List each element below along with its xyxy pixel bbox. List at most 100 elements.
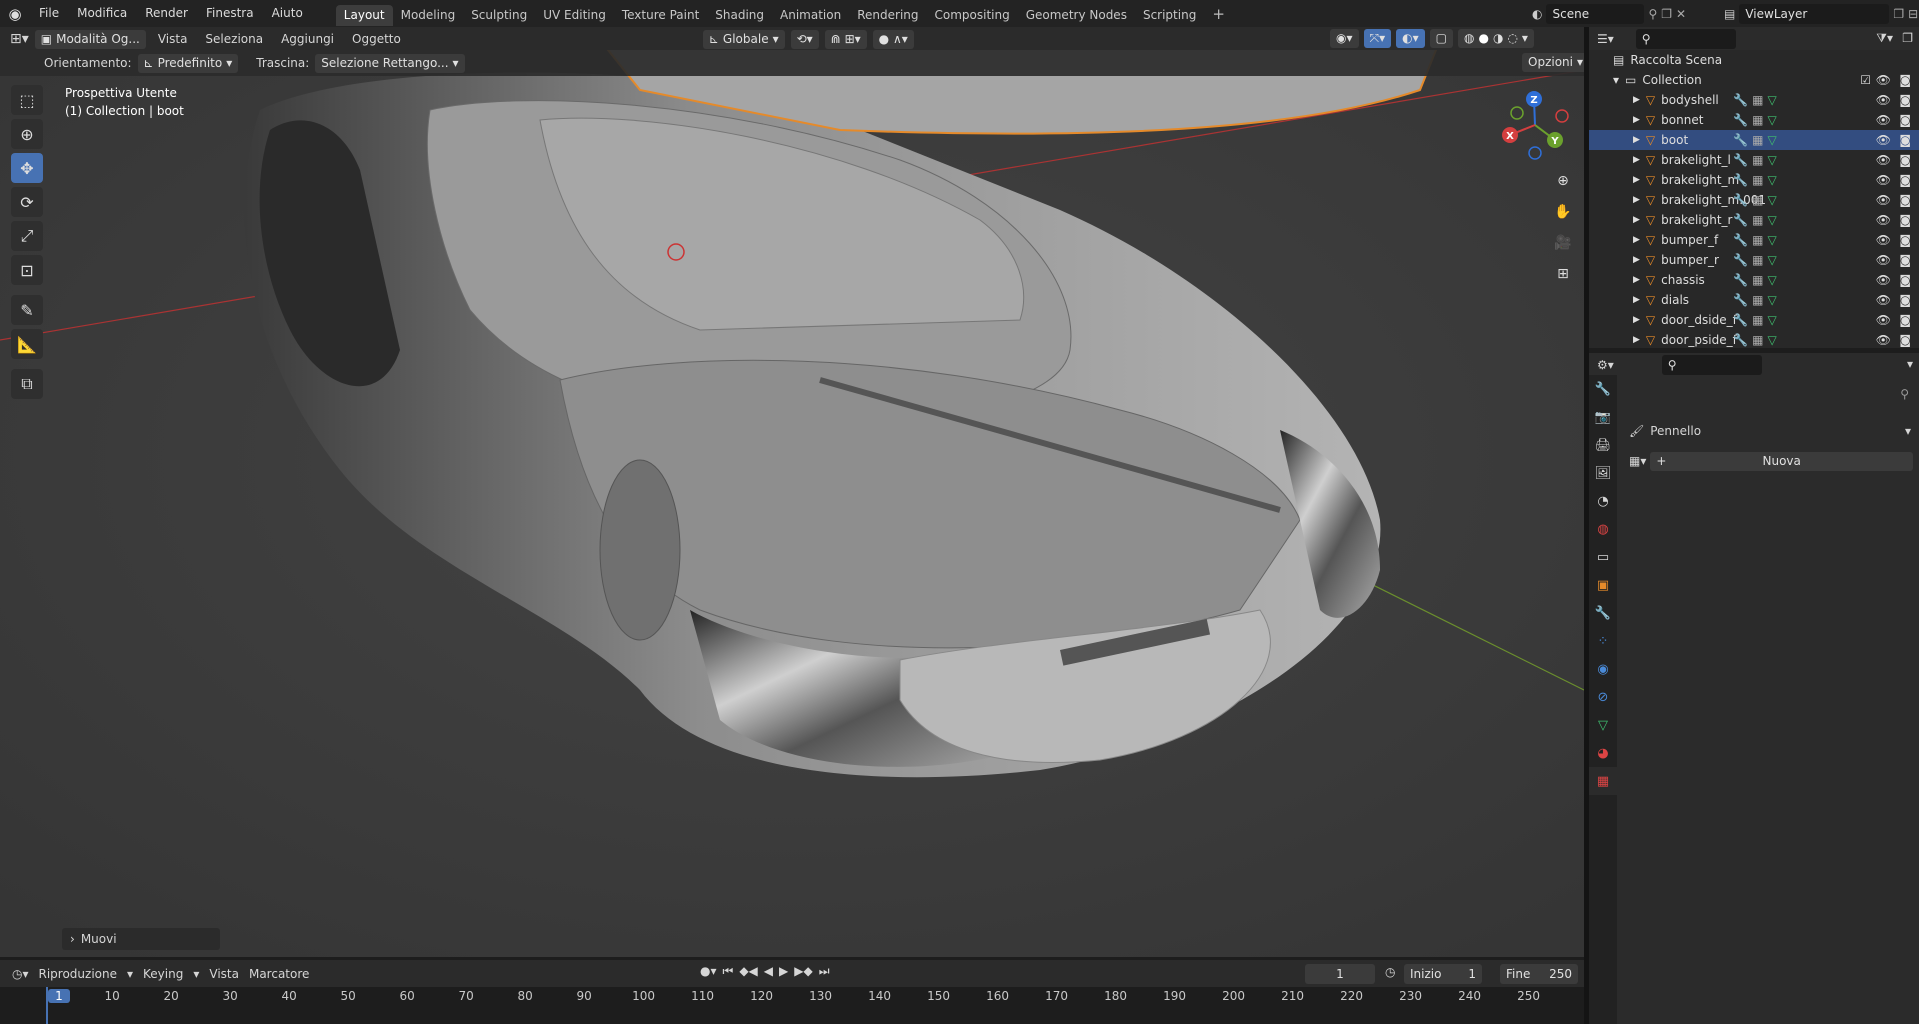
expand-right-icon[interactable]: ▶ xyxy=(1633,255,1640,265)
vertex-group-icon[interactable]: ▦ xyxy=(1752,93,1763,107)
mesh-data-icon[interactable]: ▽ xyxy=(1767,133,1776,147)
expand-right-icon[interactable]: ▶ xyxy=(1633,135,1640,145)
eye-icon[interactable]: 👁 xyxy=(1876,173,1891,187)
end-frame-field[interactable]: Fine 250 xyxy=(1500,964,1578,984)
outliner-item[interactable]: ▶ ▽ boot 🔧 ▦ ▽ 👁 ◙ xyxy=(1589,130,1919,150)
vertex-group-icon[interactable]: ▦ xyxy=(1752,213,1763,227)
viewlayer-icon[interactable]: ▤ xyxy=(1724,7,1735,21)
expand-right-icon[interactable]: ▶ xyxy=(1633,215,1640,225)
move-tool-icon[interactable]: ✥ xyxy=(11,153,43,183)
vertex-group-icon[interactable]: ▦ xyxy=(1752,253,1763,267)
transform-orientation-dropdown[interactable]: ⊾ Globale ▾ xyxy=(702,29,785,49)
scale-tool-icon[interactable]: ⤢ xyxy=(11,221,43,251)
modifier-icon[interactable]: 🔧 xyxy=(1733,173,1748,187)
record-icon[interactable]: ●▾ xyxy=(700,964,717,979)
vertex-group-icon[interactable]: ▦ xyxy=(1752,293,1763,307)
eye-icon[interactable]: 👁 xyxy=(1876,213,1891,227)
expand-right-icon[interactable]: ▶ xyxy=(1633,155,1640,165)
checkbox-icon[interactable]: ☑ xyxy=(1860,73,1871,87)
pan-hand-icon[interactable]: ✋ xyxy=(1550,199,1576,225)
eye-icon[interactable]: 👁 xyxy=(1876,233,1891,247)
next-keyframe-icon[interactable]: ▶◆ xyxy=(794,964,812,979)
outliner-item[interactable]: ▶ ▽ brakelight_m.001 🔧 ▦ ▽ 👁 ◙ xyxy=(1589,190,1919,210)
play-reverse-icon[interactable]: ◀ xyxy=(764,964,773,979)
menu-help[interactable]: Aiuto xyxy=(263,0,312,27)
timeline-editor-icon[interactable]: ◷▾ xyxy=(12,967,29,981)
outliner-item[interactable]: ▶ ▽ bumper_r 🔧 ▦ ▽ 👁 ◙ xyxy=(1589,250,1919,270)
clock-icon[interactable]: ◷ xyxy=(1385,965,1395,979)
mesh-data-icon[interactable]: ▽ xyxy=(1767,273,1776,287)
modifier-icon[interactable]: 🔧 xyxy=(1733,233,1748,247)
outliner-item[interactable]: ▶ ▽ dials 🔧 ▦ ▽ 👁 ◙ xyxy=(1589,290,1919,310)
outliner-search-field[interactable]: ⚲ xyxy=(1635,29,1736,49)
shading-modes[interactable]: ◍ ● ◑ ◌ ▾ xyxy=(1457,29,1534,48)
tab-layout[interactable]: Layout xyxy=(335,4,393,26)
vertex-group-icon[interactable]: ▦ xyxy=(1752,153,1763,167)
vertex-group-icon[interactable]: ▦ xyxy=(1752,133,1763,147)
object-tab-icon[interactable]: ▣ xyxy=(1589,571,1617,599)
pin-icon[interactable]: ⚲ xyxy=(1900,387,1909,401)
mesh-data-icon[interactable]: ▽ xyxy=(1767,173,1776,187)
camera-icon[interactable]: ◙ xyxy=(1899,333,1911,347)
expand-right-icon[interactable]: ▶ xyxy=(1633,95,1640,105)
modifier-icon[interactable]: 🔧 xyxy=(1733,273,1748,287)
eye-icon[interactable]: 👁 xyxy=(1876,273,1891,287)
eye-icon[interactable]: 👁 xyxy=(1876,73,1891,87)
camera-icon[interactable]: ◙ xyxy=(1899,233,1911,247)
camera-icon[interactable]: ◙ xyxy=(1899,113,1911,127)
tab-shading[interactable]: Shading xyxy=(707,5,772,26)
eye-icon[interactable]: 👁 xyxy=(1876,333,1891,347)
outliner-collection-row[interactable]: ▾ ▭ Collection ☑ 👁 ◙ xyxy=(1589,70,1919,90)
properties-search-field[interactable]: ⚲ xyxy=(1661,355,1762,375)
tool-tab-icon[interactable]: 🔧 xyxy=(1589,375,1617,403)
world-tab-icon[interactable]: ◍ xyxy=(1589,515,1617,543)
camera-icon[interactable]: ◙ xyxy=(1899,193,1911,207)
delete-scene-icon[interactable]: ✕ xyxy=(1676,7,1686,21)
prev-keyframe-icon[interactable]: ◆◀ xyxy=(739,964,757,979)
vertex-group-icon[interactable]: ▦ xyxy=(1752,193,1763,207)
play-icon[interactable]: ▶ xyxy=(779,964,788,979)
mesh-data-icon[interactable]: ▽ xyxy=(1767,233,1776,247)
menu-select[interactable]: Seleziona xyxy=(199,32,269,46)
constraints-tab-icon[interactable]: ⊘ xyxy=(1589,683,1617,711)
tab-geometry-nodes[interactable]: Geometry Nodes xyxy=(1018,5,1135,26)
collection-tab-icon[interactable]: ▭ xyxy=(1589,543,1617,571)
playhead[interactable] xyxy=(46,987,48,1024)
properties-editor-icon[interactable]: ⚙▾ xyxy=(1597,358,1614,372)
outliner-item[interactable]: ▶ ▽ door_pside_f 🔧 ▦ ▽ 👁 ◙ xyxy=(1589,330,1919,350)
proportional-edit-toggle[interactable]: ● ∧▾ xyxy=(872,29,914,49)
drag-setting-dropdown[interactable]: Selezione Rettango... ▾ xyxy=(315,53,465,73)
tab-texture-paint[interactable]: Texture Paint xyxy=(614,5,707,26)
menu-keying[interactable]: Keying xyxy=(143,967,183,981)
vertex-group-icon[interactable]: ▦ xyxy=(1752,273,1763,287)
menu-object[interactable]: Oggetto xyxy=(346,32,407,46)
outliner-item[interactable]: ▶ ▽ door_dside_f 🔧 ▦ ▽ 👁 ◙ xyxy=(1589,310,1919,330)
outliner-item[interactable]: ▶ ▽ bodyshell 🔧 ▦ ▽ 👁 ◙ xyxy=(1589,90,1919,110)
menu-edit[interactable]: Modifica xyxy=(68,0,136,27)
expand-right-icon[interactable]: ▶ xyxy=(1633,195,1640,205)
chevron-down-icon[interactable]: ▾ xyxy=(1907,357,1913,371)
outliner-editor-icon[interactable]: ☰▾ xyxy=(1597,32,1614,46)
mesh-data-icon[interactable]: ▽ xyxy=(1767,213,1776,227)
new-viewlayer-icon[interactable]: ❐ xyxy=(1893,7,1904,21)
timeline-ruler[interactable]: 1 10 20 30 40 50 60 70 80 90 100 110 120 130 140 150 160… xyxy=(0,987,1584,1024)
annotate-tool-icon[interactable]: ✎ xyxy=(11,295,43,325)
cursor-tool-icon[interactable]: ⊕ xyxy=(11,119,43,149)
menu-file[interactable]: File xyxy=(30,0,68,27)
modifier-icon[interactable]: 🔧 xyxy=(1733,213,1748,227)
vertex-group-icon[interactable]: ▦ xyxy=(1752,313,1763,327)
menu-timeline-view[interactable]: Vista xyxy=(209,967,239,981)
new-collection-icon[interactable]: ❐ xyxy=(1902,31,1913,45)
pivot-dropdown[interactable]: ⟲▾ xyxy=(790,29,819,49)
brush-row[interactable]: 🖌 Pennello ▾ xyxy=(1629,421,1913,441)
mesh-data-icon[interactable]: ▽ xyxy=(1767,333,1776,347)
mesh-data-icon[interactable]: ▽ xyxy=(1767,93,1776,107)
orientation-setting-dropdown[interactable]: ⊾ Predefinito ▾ xyxy=(137,53,239,73)
vertex-group-icon[interactable]: ▦ xyxy=(1752,113,1763,127)
tab-animation[interactable]: Animation xyxy=(772,5,849,26)
mesh-data-icon[interactable]: ▽ xyxy=(1767,153,1776,167)
3d-viewport[interactable]: Z Y X Orientamento: ⊾ Predefinito ▾ Trasci… xyxy=(0,50,1584,957)
eye-icon[interactable]: 👁 xyxy=(1876,133,1891,147)
new-texture-button[interactable]: + Nuova xyxy=(1650,451,1913,471)
add-workspace-icon[interactable]: + xyxy=(1204,5,1233,26)
